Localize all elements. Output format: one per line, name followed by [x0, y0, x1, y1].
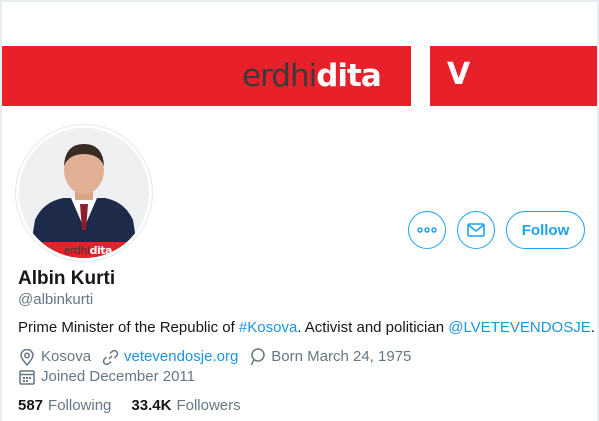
link-icon [101, 348, 119, 366]
avatar-photo: erdhidita [19, 128, 149, 258]
joined-text: Joined December 2011 [41, 368, 195, 385]
banner-logo: erdhidita [242, 58, 382, 94]
profile-name: Albin Kurti [18, 268, 116, 289]
following-label: Following [48, 397, 112, 414]
birthday-item: Born March 24, 1975 [248, 347, 411, 367]
calendar-icon [18, 368, 36, 386]
followers-label: Followers [176, 397, 241, 414]
party-logo-v: V [447, 57, 471, 92]
profile-meta-joined: Joined December 2011 [18, 367, 205, 387]
location-text: Kosova [41, 348, 92, 365]
birthday-text: Born March 24, 1975 [271, 348, 412, 365]
profile-meta: Kosova vetevendosje.org Born March 24, 1… [18, 347, 421, 367]
profile-stats: 587 Following 33.4K Followers [18, 396, 261, 416]
message-button[interactable] [457, 211, 495, 249]
joined-item: Joined December 2011 [18, 367, 195, 387]
envelope-icon [467, 223, 485, 237]
bio-text: Prime Minister of the Republic of [18, 319, 239, 336]
profile-handle: @albinkurti [18, 291, 94, 308]
location-pin-icon [18, 348, 36, 366]
bio-text: . [590, 319, 595, 336]
more-dots-icon [417, 227, 437, 233]
profile-banner[interactable]: erdhidita V [2, 46, 597, 106]
website-link[interactable]: vetevendosje.org [124, 347, 238, 367]
avatar-watermark: erdhidita [64, 244, 112, 257]
following-stat[interactable]: 587 Following [18, 396, 111, 416]
bio-text: . Activist and politician [297, 319, 449, 336]
following-count: 587 [18, 397, 44, 414]
more-button[interactable] [408, 211, 446, 249]
frame-top-border [0, 0, 599, 2]
follow-button[interactable]: Follow [506, 211, 585, 249]
profile-bio: Prime Minister of the Republic of #Kosov… [18, 318, 595, 338]
followers-stat[interactable]: 33.4K Followers [131, 396, 240, 416]
website-item[interactable]: vetevendosje.org [101, 347, 238, 367]
location-item: Kosova [18, 347, 91, 367]
balloon-icon [248, 348, 266, 366]
followers-count: 33.4K [131, 397, 172, 414]
hashtag-link[interactable]: #Kosova [239, 319, 297, 336]
mention-link[interactable]: @LVETEVENDOSJE [448, 319, 591, 336]
avatar[interactable]: erdhidita [16, 125, 152, 261]
